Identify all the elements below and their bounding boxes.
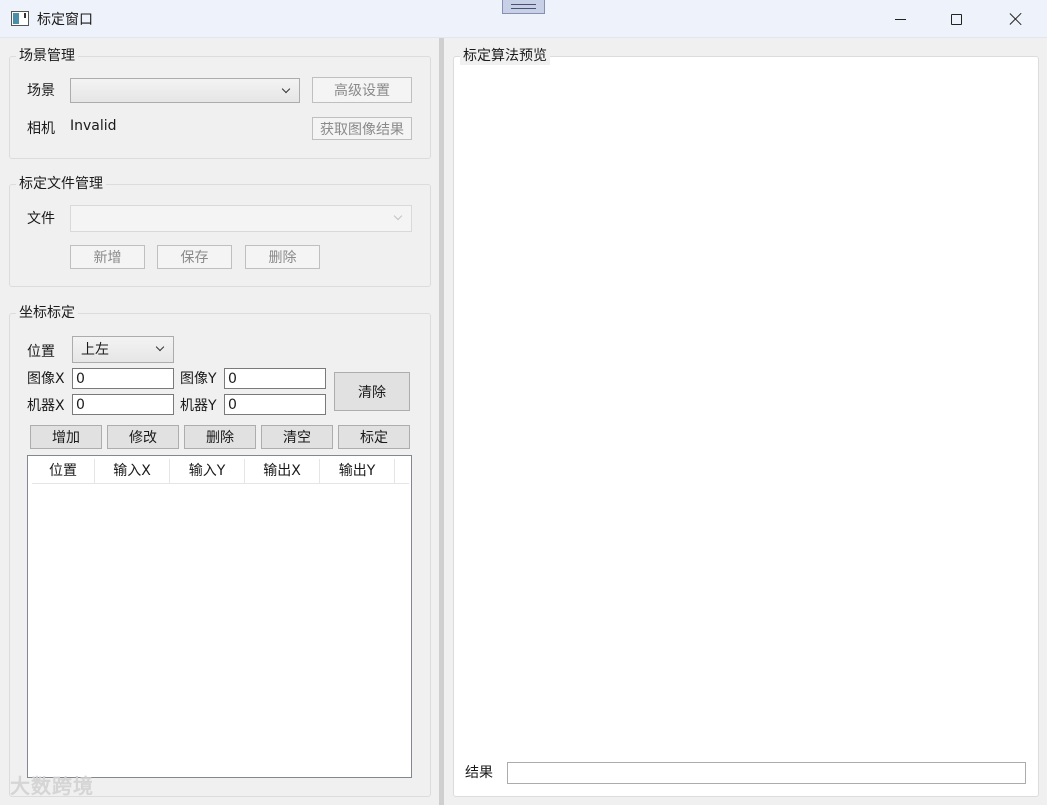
close-icon xyxy=(1009,12,1023,26)
result-field[interactable] xyxy=(507,762,1026,784)
file-delete-button[interactable]: 删除 xyxy=(245,245,320,269)
grip-icon[interactable] xyxy=(502,0,545,14)
chevron-down-icon xyxy=(393,211,403,221)
advanced-settings-button[interactable]: 高级设置 xyxy=(312,77,412,103)
scene-management-legend: 场景管理 xyxy=(16,47,78,65)
column-header-output-y[interactable]: 输出Y xyxy=(320,459,395,484)
file-save-button[interactable]: 保存 xyxy=(157,245,232,269)
chevron-down-icon xyxy=(281,84,291,94)
fetch-image-result-button[interactable]: 获取图像结果 xyxy=(312,117,412,140)
file-combobox[interactable] xyxy=(70,205,412,232)
camera-label: 相机 xyxy=(27,121,55,137)
image-x-label: 图像X xyxy=(27,371,65,387)
file-management-legend: 标定文件管理 xyxy=(16,175,106,193)
calibrate-button[interactable]: 标定 xyxy=(338,425,410,449)
column-header-filler xyxy=(395,459,409,484)
column-header-position[interactable]: 位置 xyxy=(32,459,95,484)
minimize-button[interactable] xyxy=(877,4,923,34)
machine-y-label: 机器Y xyxy=(180,398,217,414)
watermark-text: 大数跨境 xyxy=(10,774,94,798)
column-header-input-y[interactable]: 输入Y xyxy=(170,459,245,484)
title-bar[interactable]: 标定窗口 xyxy=(0,0,1047,38)
image-y-label: 图像Y xyxy=(180,371,217,387)
machine-x-label: 机器X xyxy=(27,398,65,414)
panel-splitter[interactable] xyxy=(439,38,444,805)
window-title: 标定窗口 xyxy=(37,12,93,28)
coordinate-calibration-legend: 坐标标定 xyxy=(16,304,78,322)
calibration-points-table[interactable]: 位置 输入X 输入Y 输出X 输出Y xyxy=(27,455,412,778)
add-point-button[interactable]: 增加 xyxy=(30,425,102,449)
close-button[interactable] xyxy=(993,4,1039,34)
position-combobox[interactable]: 上左 xyxy=(72,336,174,363)
camera-value: Invalid xyxy=(70,118,117,134)
file-add-button[interactable]: 新增 xyxy=(70,245,145,269)
delete-point-button[interactable]: 删除 xyxy=(184,425,256,449)
file-management-group: 标定文件管理 xyxy=(9,175,431,287)
minimize-icon xyxy=(894,18,906,20)
image-x-input[interactable] xyxy=(72,368,174,389)
maximize-button[interactable] xyxy=(933,4,979,34)
chevron-down-icon xyxy=(155,342,165,352)
calibration-preview-legend: 标定算法预览 xyxy=(460,47,550,65)
machine-x-input[interactable] xyxy=(72,394,174,415)
file-label: 文件 xyxy=(27,211,55,227)
app-icon xyxy=(11,11,29,26)
machine-y-input[interactable] xyxy=(224,394,326,415)
clear-inputs-button[interactable]: 清除 xyxy=(334,372,410,411)
column-header-input-x[interactable]: 输入X xyxy=(95,459,170,484)
column-header-output-x[interactable]: 输出X xyxy=(245,459,320,484)
table-header: 位置 输入X 输入Y 输出X 输出Y xyxy=(32,459,409,484)
position-value: 上左 xyxy=(81,342,109,358)
maximize-icon xyxy=(950,13,962,25)
scene-combobox[interactable] xyxy=(70,78,300,103)
clear-all-button[interactable]: 清空 xyxy=(261,425,333,449)
scene-management-group: 场景管理 xyxy=(9,47,431,159)
scene-label: 场景 xyxy=(27,83,55,99)
result-label: 结果 xyxy=(465,765,493,781)
calibration-preview-group: 标定算法预览 xyxy=(453,47,1039,797)
modify-point-button[interactable]: 修改 xyxy=(107,425,179,449)
position-label: 位置 xyxy=(27,344,55,360)
image-y-input[interactable] xyxy=(224,368,326,389)
